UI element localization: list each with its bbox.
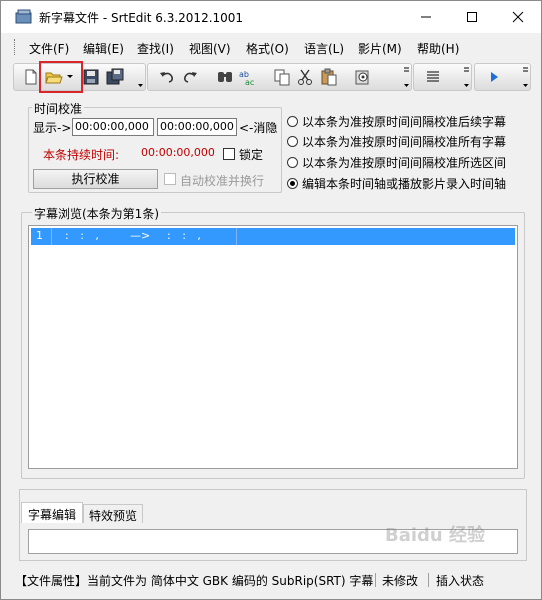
cut-icon[interactable] <box>296 68 314 86</box>
app-icon <box>15 9 32 24</box>
status-mode: 插入状态 <box>436 574 485 588</box>
row-end-time: : : , <box>167 229 205 242</box>
app-window: 新字幕文件 - SrtEdit 6.3.2012.1001 文件(F) 编辑(E… <box>0 0 542 600</box>
radio-option-1-label: 以本条为准按原时间间隔校准后续字幕 <box>302 115 507 129</box>
row-index: 1 <box>36 229 43 242</box>
toolbar-list-overflow-icon[interactable] <box>462 64 471 90</box>
tab-subtitle-edit-label: 字幕编辑 <box>28 508 77 522</box>
undo-icon[interactable] <box>158 68 176 86</box>
auto-calibrate-label: 自动校准并换行 <box>180 174 265 188</box>
show-label: 显示-> <box>33 121 72 135</box>
menu-file[interactable]: 文件(F) <box>29 40 69 57</box>
radio-option-1[interactable] <box>287 116 298 127</box>
lock-label: 锁定 <box>239 148 264 162</box>
close-button[interactable] <box>495 1 541 33</box>
find-icon[interactable] <box>216 68 234 86</box>
radio-option-4[interactable] <box>287 178 298 189</box>
clear-label: <-消隐 <box>239 121 278 135</box>
radio-option-2-label: 以本条为准按原时间间隔校准所有字幕 <box>302 135 507 149</box>
minimize-icon <box>421 16 431 18</box>
menu-edit[interactable]: 编辑(E) <box>83 40 124 57</box>
toolbar-file-overflow-icon[interactable] <box>136 64 145 90</box>
menu-format[interactable]: 格式(O) <box>246 40 289 57</box>
subtitle-browse-legend: 字幕浏览(本条为第1条) <box>32 205 161 222</box>
toolbar-edit-overflow-icon[interactable] <box>402 64 411 90</box>
end-time-input[interactable]: 00:00:00,000 <box>157 118 237 136</box>
new-file-icon[interactable] <box>22 68 40 86</box>
status-modified: 未修改 <box>382 574 419 588</box>
list-view-icon[interactable] <box>424 68 442 86</box>
row-divider <box>51 228 52 245</box>
menu-view[interactable]: 视图(V) <box>189 40 231 57</box>
svg-text:ac: ac <box>245 78 254 86</box>
duration-label: 本条持续时间: <box>43 148 120 162</box>
row-arrow: —> <box>130 229 151 242</box>
play-icon[interactable] <box>485 68 503 86</box>
lock-checkbox[interactable] <box>223 148 235 160</box>
menu-grip[interactable] <box>14 39 18 55</box>
menu-language[interactable]: 语言(L) <box>304 40 344 57</box>
save-icon[interactable] <box>82 68 100 86</box>
row-start-time: : : , <box>65 229 103 242</box>
radio-option-2[interactable] <box>287 136 298 147</box>
save-as-icon[interactable] <box>106 68 124 86</box>
toolbar-list <box>413 63 472 91</box>
open-button-highlight <box>39 61 83 93</box>
start-time-input[interactable]: 00:00:00,000 <box>72 118 154 136</box>
tab-subtitle-edit[interactable]: 字幕编辑 <box>21 502 83 523</box>
replace-icon[interactable]: abac <box>239 68 257 86</box>
redo-icon[interactable] <box>181 68 199 86</box>
title-bar: 新字幕文件 - SrtEdit 6.3.2012.1001 <box>1 1 541 33</box>
auto-calibrate-checkbox[interactable] <box>164 173 176 185</box>
minimize-button[interactable] <box>403 1 449 33</box>
menu-movie[interactable]: 影片(M) <box>358 40 402 57</box>
watermark: Baidu 经验 <box>385 525 486 546</box>
menu-help[interactable]: 帮助(H) <box>417 40 459 57</box>
execute-calibration-button[interactable]: 执行校准 <box>33 169 158 189</box>
status-file-info: 【文件属性】当前文件为 简体中文 GBK 编码的 SubRip(SRT) 字幕 <box>15 574 374 588</box>
close-icon <box>512 11 524 23</box>
radio-option-4-label: 编辑本条时间轴或播放影片录入时间轴 <box>302 177 507 191</box>
radio-option-3-label: 以本条为准按原时间间隔校准所选区间 <box>302 156 507 170</box>
subtitle-list[interactable]: 1 : : , —> : : , <box>28 225 518 469</box>
window-title: 新字幕文件 - SrtEdit 6.3.2012.1001 <box>39 11 244 25</box>
tab-effect-preview-label: 特效预览 <box>89 509 138 523</box>
copy-icon[interactable] <box>273 68 291 86</box>
status-bar: 【文件属性】当前文件为 简体中文 GBK 编码的 SubRip(SRT) 字幕 … <box>1 569 541 591</box>
subtitle-row-selected[interactable]: 1 : : , —> : : , <box>31 228 515 245</box>
toolbar-play-overflow-icon[interactable] <box>521 64 530 90</box>
radio-option-3[interactable] <box>287 157 298 168</box>
maximize-button[interactable] <box>449 1 495 33</box>
duration-value: 00:00:00,000 <box>141 146 215 159</box>
maximize-icon <box>467 12 477 22</box>
toolbar-edit: ab ac <box>147 63 412 91</box>
tab-effect-preview[interactable]: 特效预览 <box>83 504 143 523</box>
row-divider-2 <box>236 228 237 245</box>
toolbar-play <box>474 63 531 91</box>
paste-icon[interactable] <box>320 68 338 86</box>
status-separator-2 <box>428 573 429 587</box>
status-separator-1 <box>375 573 376 587</box>
properties-icon[interactable] <box>354 68 372 86</box>
time-calibration-legend: 时间校准 <box>32 100 85 117</box>
menu-find[interactable]: 查找(I) <box>137 40 174 57</box>
